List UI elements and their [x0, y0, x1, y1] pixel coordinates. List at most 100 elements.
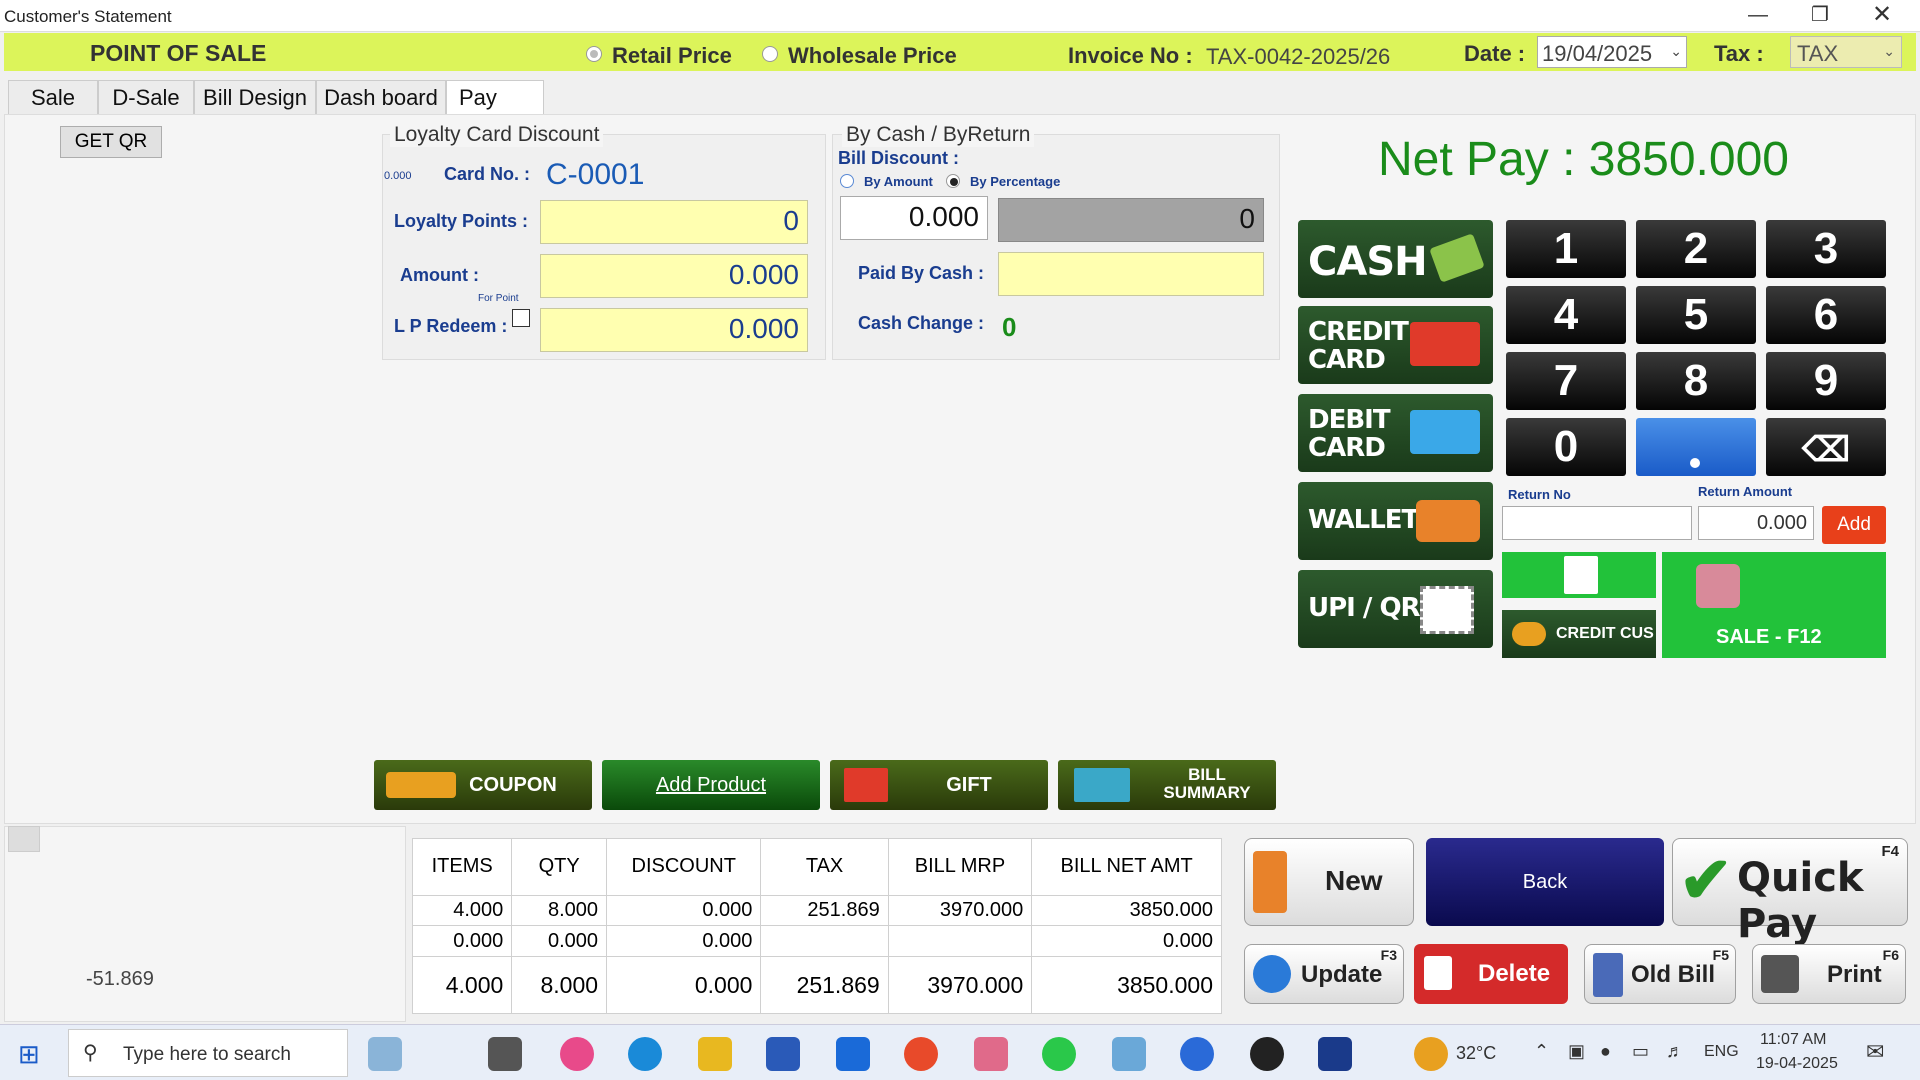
qr-code-icon	[1420, 586, 1474, 634]
cash-money-icon	[1429, 233, 1485, 283]
sale-f12-button[interactable]: SALE - F12	[1662, 552, 1886, 658]
loyalty-points-field[interactable]: 0	[540, 200, 808, 244]
file-explorer-icon[interactable]	[698, 1037, 732, 1071]
tab-bill-design[interactable]: Bill Design	[194, 80, 316, 114]
retail-price-radio[interactable]	[586, 46, 602, 62]
document-eye-icon	[1564, 556, 1598, 594]
key-5[interactable]: 5	[1636, 286, 1756, 344]
lp-redeem-checkbox[interactable]	[512, 309, 530, 327]
title-bar: Customer's Statement — ❐ ✕	[0, 0, 1920, 32]
tab-sale[interactable]: Sale	[8, 80, 98, 114]
cash-title: By Cash / ByReturn	[842, 123, 1035, 147]
card-no-label: Card No. :	[444, 164, 531, 184]
cash-button[interactable]: CASH	[1298, 220, 1493, 298]
credit-customer-button[interactable]: CREDIT CUS	[1502, 610, 1656, 658]
view-bill-button[interactable]	[1502, 552, 1656, 598]
windows-start-icon[interactable]: ⊞	[18, 1039, 40, 1070]
key-9[interactable]: 9	[1766, 352, 1886, 410]
davinci-icon[interactable]	[1250, 1037, 1284, 1071]
print-button[interactable]: Print F6	[1752, 944, 1906, 1004]
discount-amount-field[interactable]: 0.000	[840, 196, 988, 240]
minimize-icon[interactable]: —	[1728, 0, 1788, 32]
bill-summary-button[interactable]: BILL SUMMARY	[1058, 760, 1276, 810]
pos-app-icon[interactable]	[1318, 1037, 1352, 1071]
amount-label: Amount :	[400, 265, 479, 285]
taskbar-search[interactable]: ⚲ Type here to search	[68, 1029, 348, 1077]
delete-button[interactable]: Delete	[1414, 944, 1568, 1004]
notifications-icon[interactable]: ✉	[1866, 1039, 1884, 1065]
wallet-button[interactable]: WALLET	[1298, 482, 1493, 560]
restore-icon[interactable]: ❐	[1790, 0, 1850, 32]
key-1[interactable]: 1	[1506, 220, 1626, 278]
tab-d-sale[interactable]: D-Sale	[98, 80, 194, 114]
language-indicator[interactable]: ENG	[1704, 1043, 1739, 1061]
credit-card-button[interactable]: CREDIT CARD	[1298, 306, 1493, 384]
get-qr-button[interactable]: GET QR	[60, 126, 162, 158]
gift-button[interactable]: GIFT	[830, 760, 1048, 810]
return-amount-field[interactable]: 0.000	[1698, 506, 1814, 540]
old-bill-button[interactable]: Old Bill F5	[1584, 944, 1736, 1004]
coupon-button[interactable]: COUPON	[374, 760, 592, 810]
by-amount-radio[interactable]	[840, 174, 854, 188]
task-view-icon[interactable]	[488, 1037, 522, 1071]
snipping-tool-icon[interactable]	[974, 1037, 1008, 1071]
key-decimal[interactable]	[1636, 418, 1756, 476]
key-3[interactable]: 3	[1766, 220, 1886, 278]
column-header: BILL MRP	[887, 838, 1033, 896]
loyalty-amount-field[interactable]: 0.000	[540, 254, 808, 298]
close-icon[interactable]: ✕	[1852, 0, 1912, 32]
upi-qr-button[interactable]: UPI / QR	[1298, 570, 1493, 648]
key-4[interactable]: 4	[1506, 286, 1626, 344]
paid-by-cash-field[interactable]	[998, 252, 1264, 296]
key-8[interactable]: 8	[1636, 352, 1756, 410]
loyalty-small-value: 0.000	[384, 170, 412, 182]
add-product-button[interactable]: Add Product	[602, 760, 820, 810]
whatsapp-icon[interactable]	[1042, 1037, 1076, 1071]
key-0[interactable]: 0	[1506, 418, 1626, 476]
outlook-icon[interactable]	[836, 1037, 870, 1071]
app-icon[interactable]	[1180, 1037, 1214, 1071]
network-icon[interactable]: ▭	[1632, 1041, 1649, 1062]
return-add-button[interactable]: Add	[1822, 506, 1886, 544]
clock-time: 11:07 AM	[1760, 1031, 1827, 1048]
update-button[interactable]: Update F3	[1244, 944, 1404, 1004]
microphone-icon[interactable]: ●	[1600, 1041, 1611, 1062]
battery-icon[interactable]: ▣	[1568, 1041, 1585, 1062]
back-button[interactable]: Back	[1426, 838, 1664, 926]
new-button[interactable]: New	[1244, 838, 1414, 926]
dot-icon	[1690, 458, 1700, 468]
key-7[interactable]: 7	[1506, 352, 1626, 410]
store-icon[interactable]	[766, 1037, 800, 1071]
tax-select[interactable]: TAX ⌄	[1790, 36, 1902, 68]
edge-icon[interactable]	[628, 1037, 662, 1071]
wholesale-price-radio[interactable]	[762, 46, 778, 62]
debit-card-button[interactable]: DEBIT CARD	[1298, 394, 1493, 472]
date-picker[interactable]: 19/04/2025 ⌄	[1537, 36, 1687, 68]
copilot-icon[interactable]	[560, 1037, 594, 1071]
card-number: C-0001	[546, 158, 645, 191]
lp-redeem-field[interactable]: 0.000	[540, 308, 808, 352]
chevron-up-icon[interactable]: ⌃	[1534, 1041, 1549, 1062]
notepad-icon[interactable]	[1112, 1037, 1146, 1071]
volume-icon[interactable]: ♬	[1666, 1041, 1684, 1062]
key-2[interactable]: 2	[1636, 220, 1756, 278]
tab-pay[interactable]: Pay	[446, 80, 544, 114]
taskbar: ⊞ ⚲ Type here to search 32°C ⌃ ▣ ● ▭ ♬ E…	[0, 1024, 1920, 1080]
date-label: Date :	[1464, 41, 1526, 66]
loyalty-points-label: Loyalty Points :	[394, 211, 529, 231]
chrome-icon[interactable]	[904, 1037, 938, 1071]
by-percentage-radio[interactable]	[946, 174, 960, 188]
tab-dashboard[interactable]: Dash board	[316, 80, 446, 114]
travel-widget-icon[interactable]	[368, 1037, 402, 1071]
key-6[interactable]: 6	[1766, 286, 1886, 344]
return-no-field[interactable]	[1502, 506, 1692, 540]
quick-pay-button[interactable]: ✔ Quick Pay F4	[1672, 838, 1908, 947]
cash-change-label: Cash Change :	[858, 313, 985, 333]
clock-date: 19-04-2025	[1756, 1055, 1838, 1072]
credit-hand-icon	[1512, 622, 1546, 646]
window-title: Customer's Statement	[4, 7, 172, 26]
weather-icon[interactable]	[1414, 1037, 1448, 1071]
chevron-down-icon: ⌄	[1670, 43, 1682, 59]
retail-price-label: Retail Price	[612, 43, 732, 68]
key-backspace[interactable]: ⌫	[1766, 418, 1886, 476]
